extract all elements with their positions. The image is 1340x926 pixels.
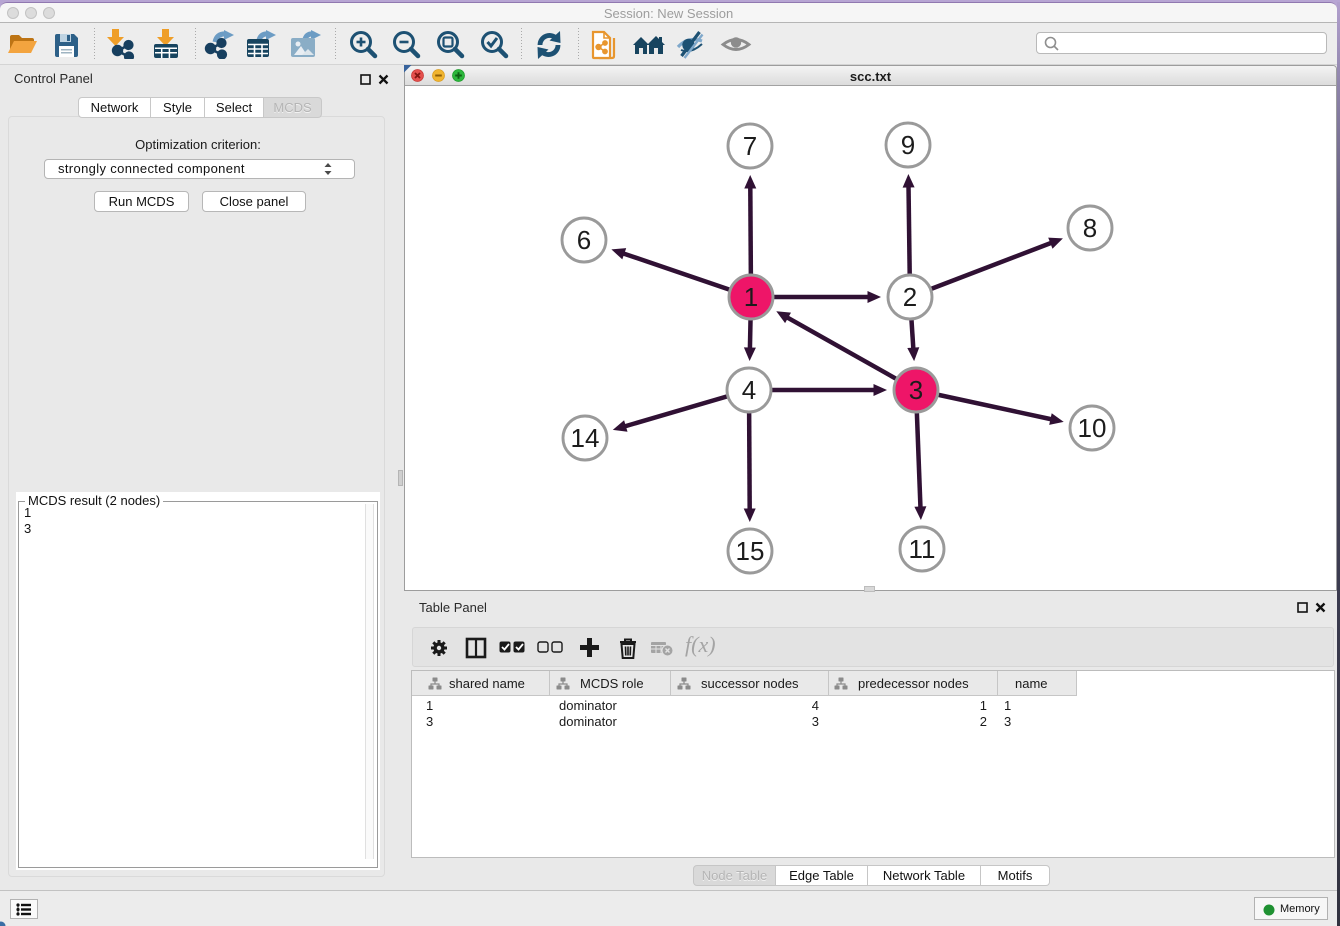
svg-text:8: 8 <box>1083 213 1097 243</box>
svg-text:9: 9 <box>901 130 915 160</box>
svg-text:2: 2 <box>903 282 917 312</box>
svg-text:4: 4 <box>742 375 756 405</box>
svg-text:3: 3 <box>909 375 923 405</box>
svg-text:14: 14 <box>571 423 600 453</box>
svg-text:1: 1 <box>744 282 758 312</box>
svg-text:10: 10 <box>1078 413 1107 443</box>
svg-text:6: 6 <box>577 225 591 255</box>
svg-text:11: 11 <box>909 534 936 564</box>
svg-text:15: 15 <box>736 536 765 566</box>
svg-text:7: 7 <box>743 131 757 161</box>
